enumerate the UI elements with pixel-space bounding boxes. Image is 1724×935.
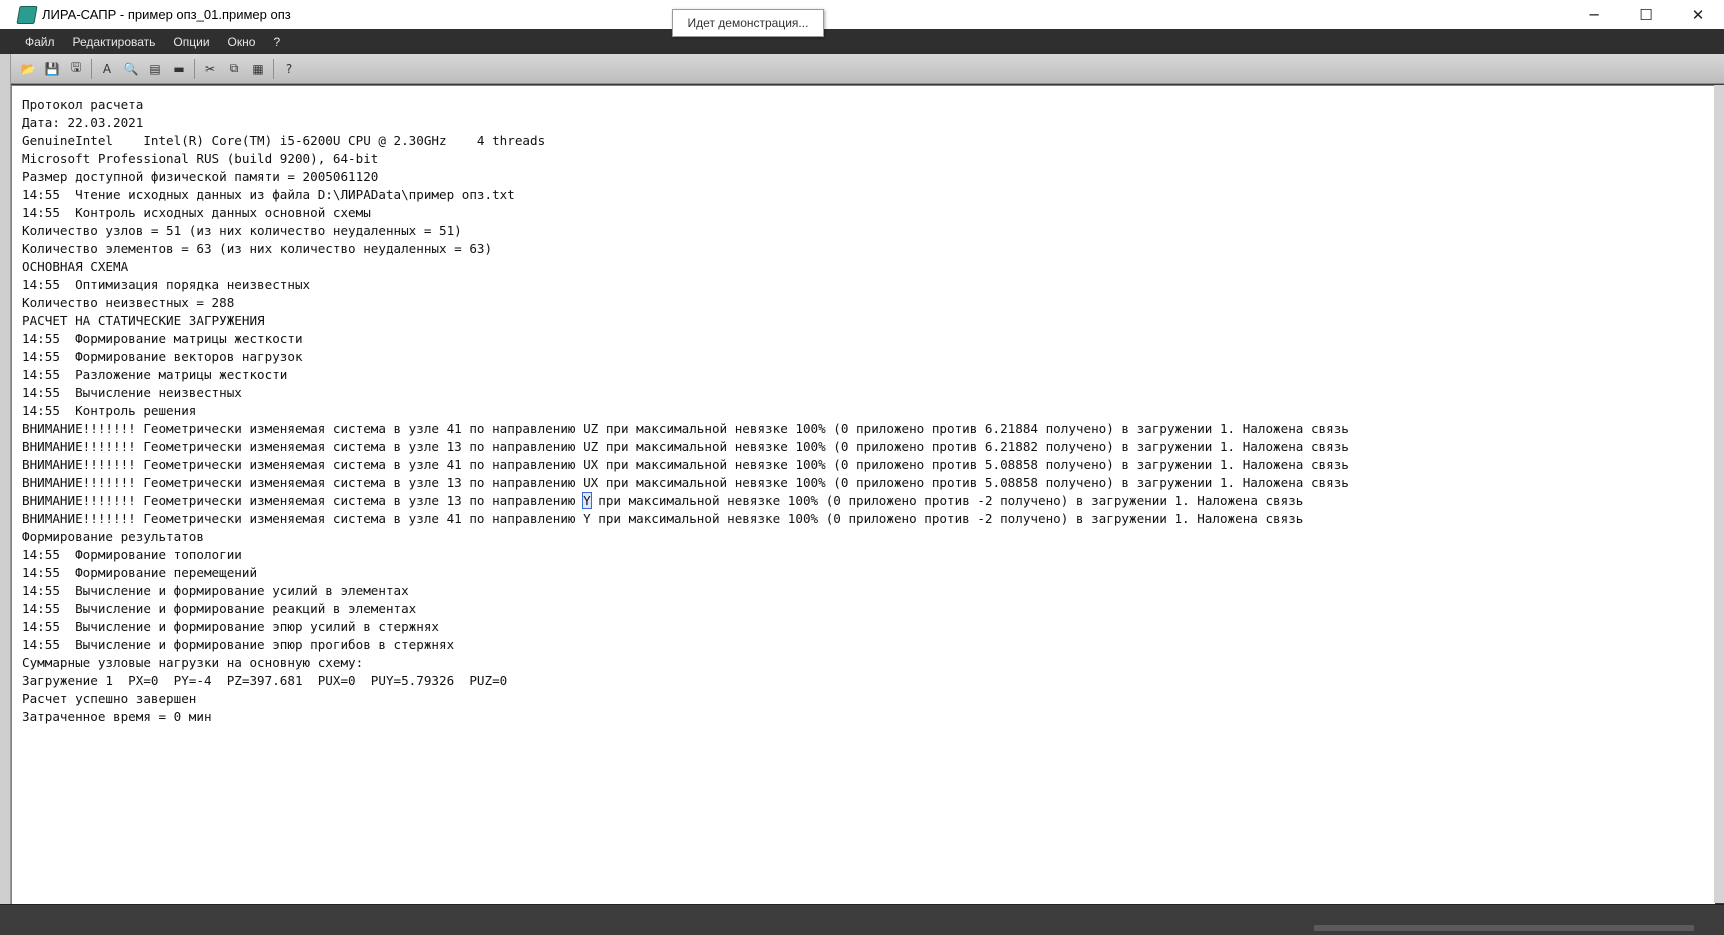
title-bar: ЛИРА-САПР - пример опз_01.пример опз ─ ☐… [0, 0, 1724, 29]
left-frame [0, 54, 11, 904]
text-cursor: Y [582, 492, 592, 509]
minimize-button[interactable]: ─ [1568, 0, 1620, 29]
horizontal-scrollbar[interactable] [1314, 925, 1694, 931]
menu-options[interactable]: Опции [164, 35, 218, 49]
print-icon[interactable]: ▬ [169, 59, 189, 79]
save-as-icon[interactable]: 🖫 [66, 59, 86, 79]
app-icon [16, 5, 38, 24]
window-title: ЛИРА-САПР - пример опз_01.пример опз [42, 7, 291, 22]
demo-tooltip: Идет демонстрация... [672, 9, 824, 37]
status-bar [0, 904, 1724, 935]
paste-icon[interactable]: ▦ [248, 59, 268, 79]
log-text-after-cursor: при максимальной невязке 100% (0 приложе… [22, 493, 1304, 724]
help-icon[interactable]: ? [279, 59, 299, 79]
toolbar-separator [194, 58, 195, 79]
menu-file[interactable]: Файл [16, 35, 64, 49]
print-preview-icon[interactable]: ▤ [145, 59, 165, 79]
open-icon[interactable]: 📂 [18, 59, 38, 79]
copy-icon[interactable]: ⧉ [224, 59, 244, 79]
cut-icon[interactable]: ✂ [200, 59, 220, 79]
save-icon[interactable]: 💾 [42, 59, 62, 79]
menu-help[interactable]: ? [264, 35, 289, 49]
find-icon[interactable]: 🔍 [121, 59, 141, 79]
close-button[interactable]: ✕ [1672, 0, 1724, 29]
calculation-log[interactable]: Протокол расчета Дата: 22.03.2021 Genuin… [22, 96, 1349, 726]
font-icon[interactable]: A [97, 59, 117, 79]
toolbar-separator [91, 58, 92, 79]
menu-window[interactable]: Окно [219, 35, 265, 49]
log-text-before-cursor: Протокол расчета Дата: 22.03.2021 Genuin… [22, 97, 1349, 508]
document-area[interactable]: Протокол расчета Дата: 22.03.2021 Genuin… [11, 85, 1715, 904]
menu-edit[interactable]: Редактировать [64, 35, 165, 49]
toolbar-separator [273, 58, 274, 79]
menu-bar: Файл Редактировать Опции Окно ? [0, 29, 1724, 54]
window-controls: ─ ☐ ✕ [1568, 0, 1724, 29]
toolbar: 📂 💾 🖫 A 🔍 ▤ ▬ ✂ ⧉ ▦ ? [0, 54, 1724, 84]
maximize-button[interactable]: ☐ [1620, 0, 1672, 29]
right-frame [1714, 85, 1724, 903]
